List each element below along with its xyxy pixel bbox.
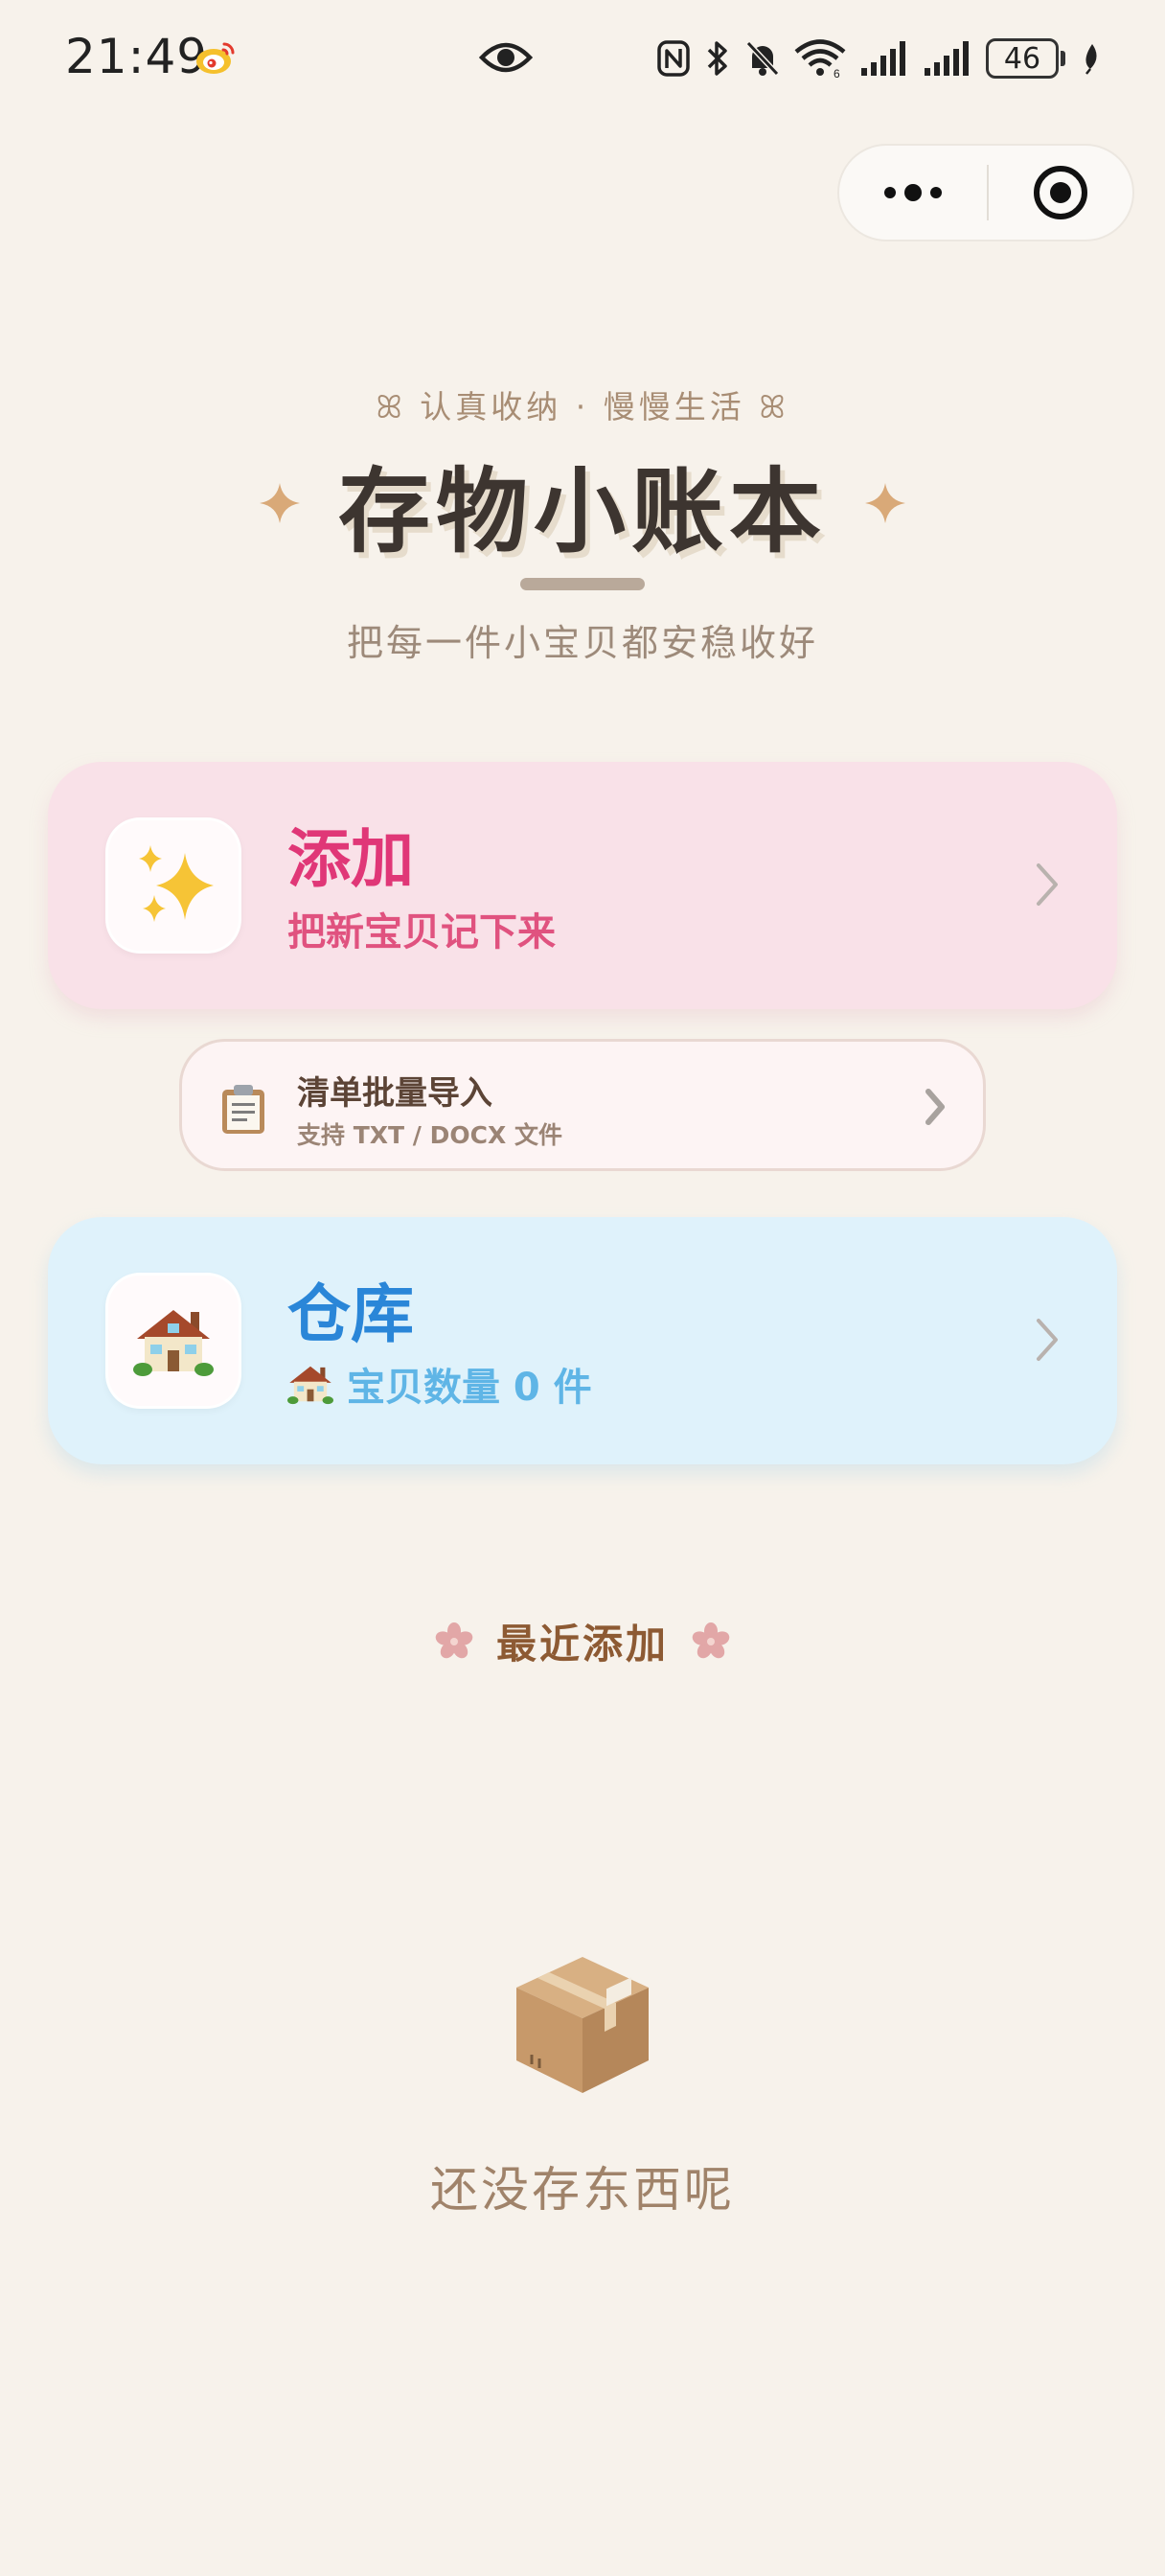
add-subtitle: 把新宝贝记下来 xyxy=(287,910,556,954)
chevron-right-icon xyxy=(1037,863,1058,906)
chevron-right-icon xyxy=(925,1089,945,1125)
weibo-icon xyxy=(196,42,235,74)
warehouse-count-text: 宝贝数量 0 件 xyxy=(347,1366,592,1410)
flower-icon xyxy=(435,1622,473,1658)
leaf-icon xyxy=(1085,44,1097,75)
signal-icon xyxy=(925,41,969,76)
battery-level: 46 xyxy=(986,38,1059,79)
status-time: 21:49 xyxy=(65,29,209,84)
flower-icon xyxy=(692,1622,730,1658)
sparkle-icon xyxy=(865,483,905,523)
chevron-right-icon xyxy=(1037,1319,1058,1361)
sparkle-icon xyxy=(260,483,300,523)
mute-icon xyxy=(745,40,780,77)
add-title: 添加 xyxy=(287,822,414,896)
house-icon xyxy=(287,1366,333,1405)
tagline: ꕤ 认真收纳 · 慢慢生活 ꕤ xyxy=(376,388,789,426)
package-box-icon xyxy=(516,1957,649,2093)
page-title: 存物小账本 xyxy=(338,457,827,565)
recent-title: 最近添加 xyxy=(495,1621,669,1668)
more-dots-icon xyxy=(884,184,942,201)
target-circle-icon xyxy=(1034,166,1087,219)
clipboard-icon xyxy=(222,1085,264,1134)
house-icon xyxy=(133,1310,214,1376)
svg-text:6: 6 xyxy=(834,67,840,78)
bluetooth-icon xyxy=(707,41,727,76)
add-card[interactable]: 添加 把新宝贝记下来 xyxy=(48,762,1117,1009)
empty-state-text: 还没存东西呢 xyxy=(430,2162,735,2218)
status-icons: 6 46 xyxy=(656,34,1100,82)
app-page: 21:49 6 46 ꕤ 认真收纳 · 慢慢生活 ꕤ 存物小账本 把每一件小宝贝… xyxy=(0,0,1165,2576)
sparkles-icon xyxy=(139,845,214,922)
import-title: 清单批量导入 xyxy=(297,1074,492,1113)
status-bar: 21:49 6 46 xyxy=(0,0,1165,115)
close-miniprogram-button[interactable] xyxy=(989,146,1132,240)
warehouse-count: 宝贝数量 0 件 xyxy=(287,1356,592,1412)
nfc-icon xyxy=(657,40,690,77)
import-subtitle: 支持 TXT / DOCX 文件 xyxy=(297,1121,562,1149)
battery-icon: 46 xyxy=(986,38,1065,79)
warehouse-icon-box xyxy=(105,1273,241,1409)
title-underline xyxy=(520,578,645,590)
batch-import-button[interactable]: 清单批量导入 支持 TXT / DOCX 文件 xyxy=(179,1039,986,1171)
miniprogram-capsule xyxy=(837,144,1134,242)
warehouse-card[interactable]: 仓库 宝贝数量 0 件 xyxy=(48,1217,1117,1464)
signal-icon xyxy=(861,41,905,76)
wifi-icon: 6 xyxy=(794,39,846,78)
more-button[interactable] xyxy=(839,146,987,240)
warehouse-title: 仓库 xyxy=(287,1277,414,1351)
title-row: 存物小账本 xyxy=(0,450,1165,565)
recent-header: 最近添加 xyxy=(0,1612,1165,1670)
page-subtitle: 把每一件小宝贝都安稳收好 xyxy=(346,622,818,664)
add-icon-box xyxy=(105,817,241,954)
eye-icon xyxy=(479,42,533,73)
